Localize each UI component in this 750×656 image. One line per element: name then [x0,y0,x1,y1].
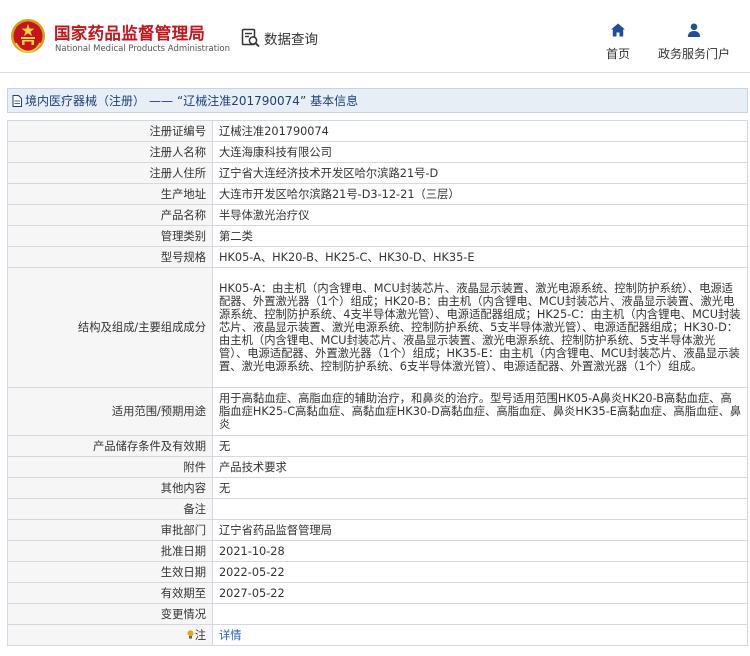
field-value: 无 [212,477,748,499]
field-label: 变更情况 [7,603,213,625]
field-label: 型号规格 [7,246,213,268]
field-value: 半导体激光治疗仪 [212,204,748,226]
table-row: 管理类别 第二类 [7,225,748,247]
table-row: 批准日期 2021-10-28 [7,540,748,562]
site-title: 国家药品监督管理局 [54,24,206,43]
record-title-bar: 境内医疗器械（注册） —— “辽械注准201790074” 基本信息 [7,88,748,113]
field-value: 大连海康科技有限公司 [212,141,748,163]
breadcrumb-record: “辽械注准201790074” [177,94,307,108]
field-label: 注 [194,628,206,642]
field-label: 注册人名称 [7,141,213,163]
field-value: HK05-A：由主机（内含锂电、MCU封装芯片、液晶显示装置、激光电源系统、控制… [212,267,748,388]
details-link[interactable]: 详情 [219,629,242,642]
field-label: 产品储存条件及有效期 [7,435,213,457]
table-row: 产品名称 半导体激光治疗仪 [7,204,748,226]
data-query-icon [241,28,260,48]
nav-home[interactable]: 首页 [600,22,636,62]
national-emblem-icon[interactable] [10,17,46,55]
nav-gov-services-label: 政务服务门户 [657,47,730,61]
table-row: 生产地址 大连市开发区哈尔滨路21号-D3-12-21（三层） [7,183,748,205]
field-label: 有效期至 [7,582,213,604]
field-value: 辽宁省药品监督管理局 [212,519,748,541]
field-label: 附件 [7,456,213,478]
table-row: 注册人名称 大连海康科技有限公司 [7,141,748,163]
field-value: 无 [212,435,748,457]
table-row: 适用范围/预期用途 用于高黏血症、高脂血症的辅助治疗，和鼻炎的治疗。型号适用范围… [7,387,748,436]
home-icon [611,23,625,37]
field-label: 生效日期 [7,561,213,583]
field-label: 产品名称 [7,204,213,226]
field-label: 其他内容 [7,477,213,499]
field-label: 管理类别 [7,225,213,247]
field-label: 生产地址 [7,183,213,205]
table-row: 附件 产品技术要求 [7,456,748,478]
field-value: 辽械注准201790074 [212,120,748,142]
table-row: 型号规格 HK05-A、HK20-B、HK25-C、HK30-D、HK35-E [7,246,748,268]
site-subtitle: National Medical Products Administration [55,44,230,54]
field-value [212,498,748,520]
table-row: 生效日期 2022-05-22 [7,561,748,583]
field-label: 注册人住所 [7,162,213,184]
field-value: 用于高黏血症、高脂血症的辅助治疗，和鼻炎的治疗。型号适用范围HK05-A鼻炎HK… [212,387,748,436]
field-value: HK05-A、HK20-B、HK25-C、HK30-D、HK35-E [212,246,748,268]
field-label: 结构及组成/主要组成成分 [7,267,213,388]
field-label: 批准日期 [7,540,213,562]
field-value: 辽宁省大连经济技术开发区哈尔滨路21号-D [212,162,748,184]
site-header: 国家药品监督管理局 National Medical Products Admi… [0,0,750,73]
table-row: 注 详情 [7,624,748,646]
nav-home-label: 首页 [605,47,630,61]
field-label: 备注 [7,498,213,520]
field-value: 2021-10-28 [212,540,748,562]
table-row: 备注 [7,498,748,520]
field-label: 适用范围/预期用途 [7,387,213,436]
data-query-label: 数据查询 [264,32,318,48]
table-row: 有效期至 2027-05-22 [7,582,748,604]
field-value-cell: 详情 [212,624,748,646]
field-value: 第二类 [212,225,748,247]
table-row: 其他内容 无 [7,477,748,499]
field-value: 产品技术要求 [212,456,748,478]
table-row: 变更情况 [7,603,748,625]
field-value: 2027-05-22 [212,582,748,604]
table-row: 注册证编号 辽械注准201790074 [7,120,748,142]
field-label: 注册证编号 [7,120,213,142]
lightbulb-icon [187,629,194,639]
user-icon [687,23,701,37]
note-label-cell: 注 [7,624,213,646]
table-row: 结构及组成/主要组成成分 HK05-A：由主机（内含锂电、MCU封装芯片、液晶显… [7,267,748,388]
data-query-link[interactable]: 数据查询 [241,28,318,48]
breadcrumb-suffix: 基本信息 [310,94,359,108]
document-icon [12,94,22,107]
nav-gov-services[interactable]: 政务服务门户 [652,22,736,62]
breadcrumb-separator: —— [149,93,174,108]
table-row: 产品储存条件及有效期 无 [7,435,748,457]
table-row: 审批部门 辽宁省药品监督管理局 [7,519,748,541]
breadcrumb-category: 境内医疗器械（注册） [25,94,146,108]
field-value [212,603,748,625]
field-value: 2022-05-22 [212,561,748,583]
field-value: 大连市开发区哈尔滨路21号-D3-12-21（三层） [212,183,748,205]
registration-detail-table: 注册证编号 辽械注准201790074 注册人名称 大连海康科技有限公司 注册人… [7,120,748,646]
field-label: 审批部门 [7,519,213,541]
table-row: 注册人住所 辽宁省大连经济技术开发区哈尔滨路21号-D [7,162,748,184]
